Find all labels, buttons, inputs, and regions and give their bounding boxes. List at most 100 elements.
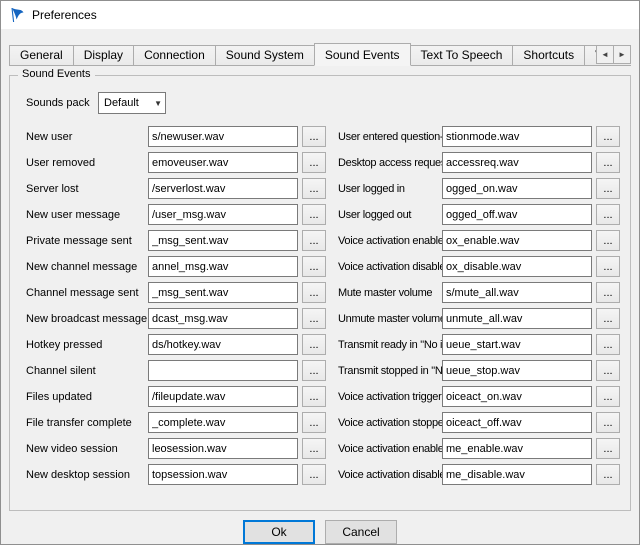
sound-file-input[interactable] bbox=[148, 386, 298, 407]
sound-event-row: Mute master volume... bbox=[338, 282, 620, 303]
sound-file-input[interactable] bbox=[148, 204, 298, 225]
browse-button[interactable]: ... bbox=[302, 126, 326, 147]
cancel-button[interactable]: Cancel bbox=[325, 520, 397, 544]
browse-button[interactable]: ... bbox=[596, 464, 620, 485]
sound-file-input[interactable] bbox=[148, 334, 298, 355]
sound-event-row: Transmit stopped in "No interruption" ch… bbox=[338, 360, 620, 381]
browse-button[interactable]: ... bbox=[302, 464, 326, 485]
sound-file-input[interactable] bbox=[442, 360, 592, 381]
sound-file-input[interactable] bbox=[442, 334, 592, 355]
browse-button[interactable]: ... bbox=[302, 152, 326, 173]
sound-event-label: Files updated bbox=[26, 391, 148, 403]
sound-event-row: File transfer complete... bbox=[26, 412, 326, 433]
sound-file-input[interactable] bbox=[148, 178, 298, 199]
sound-file-input[interactable] bbox=[148, 152, 298, 173]
sound-file-input[interactable] bbox=[148, 360, 298, 381]
browse-button[interactable]: ... bbox=[596, 152, 620, 173]
sound-event-label: Unmute master volume bbox=[338, 313, 442, 325]
browse-button[interactable]: ... bbox=[596, 386, 620, 407]
sounds-pack-row: Sounds pack Default ▼ bbox=[26, 92, 620, 114]
sound-event-row: New video session... bbox=[26, 438, 326, 459]
browse-button[interactable]: ... bbox=[302, 282, 326, 303]
browse-button[interactable]: ... bbox=[302, 412, 326, 433]
groupbox-title: Sound Events bbox=[18, 68, 95, 80]
sound-file-input[interactable] bbox=[148, 438, 298, 459]
sound-event-label: Channel message sent bbox=[26, 287, 148, 299]
sound-file-input[interactable] bbox=[148, 464, 298, 485]
browse-button[interactable]: ... bbox=[596, 126, 620, 147]
tab-sound-system[interactable]: Sound System bbox=[215, 45, 315, 66]
browse-button[interactable]: ... bbox=[596, 308, 620, 329]
browse-button[interactable]: ... bbox=[596, 334, 620, 355]
sound-event-row: Voice activation enabled... bbox=[338, 230, 620, 251]
browse-button[interactable]: ... bbox=[596, 230, 620, 251]
browse-button[interactable]: ... bbox=[302, 178, 326, 199]
sound-event-label: New broadcast message bbox=[26, 313, 148, 325]
sound-file-input[interactable] bbox=[148, 282, 298, 303]
tab-strip: GeneralDisplayConnectionSound SystemSoun… bbox=[9, 43, 631, 66]
browse-button[interactable]: ... bbox=[596, 360, 620, 381]
sound-file-input[interactable] bbox=[148, 308, 298, 329]
browse-button[interactable]: ... bbox=[302, 360, 326, 381]
sound-event-row: Server lost... bbox=[26, 178, 326, 199]
sound-event-label: Transmit ready in "No interruption" chan… bbox=[338, 339, 442, 351]
sound-event-label: Server lost bbox=[26, 183, 148, 195]
sound-event-label: Voice activation triggered bbox=[338, 391, 442, 403]
sound-file-input[interactable] bbox=[442, 438, 592, 459]
sound-file-input[interactable] bbox=[442, 464, 592, 485]
tab-connection[interactable]: Connection bbox=[133, 45, 216, 66]
sound-event-label: Voice activation stopped bbox=[338, 417, 442, 429]
browse-button[interactable]: ... bbox=[596, 178, 620, 199]
tab-sound-events[interactable]: Sound Events bbox=[314, 43, 411, 66]
sound-event-label: Voice activation enabled bbox=[338, 235, 442, 247]
sound-event-label: New video session bbox=[26, 443, 148, 455]
browse-button[interactable]: ... bbox=[302, 256, 326, 277]
browse-button[interactable]: ... bbox=[596, 412, 620, 433]
browse-button[interactable]: ... bbox=[596, 204, 620, 225]
browse-button[interactable]: ... bbox=[302, 438, 326, 459]
sound-file-input[interactable] bbox=[148, 256, 298, 277]
tab-scroll-right-button[interactable]: ► bbox=[613, 45, 631, 64]
sound-file-input[interactable] bbox=[442, 256, 592, 277]
sound-file-input[interactable] bbox=[442, 178, 592, 199]
browse-button[interactable]: ... bbox=[302, 308, 326, 329]
browse-button[interactable]: ... bbox=[302, 230, 326, 251]
sound-file-input[interactable] bbox=[148, 230, 298, 251]
sound-file-input[interactable] bbox=[442, 282, 592, 303]
sound-event-label: Channel silent bbox=[26, 365, 148, 377]
browse-button[interactable]: ... bbox=[596, 256, 620, 277]
sound-file-input[interactable] bbox=[442, 204, 592, 225]
sound-event-label: File transfer complete bbox=[26, 417, 148, 429]
sound-file-input[interactable] bbox=[442, 152, 592, 173]
sound-file-input[interactable] bbox=[148, 126, 298, 147]
sound-file-input[interactable] bbox=[148, 412, 298, 433]
tab-general[interactable]: General bbox=[9, 45, 74, 66]
sound-event-row: Files updated... bbox=[26, 386, 326, 407]
sound-event-label: User entered question-mode bbox=[338, 131, 442, 143]
sounds-pack-select[interactable]: Default ▼ bbox=[98, 92, 166, 114]
sound-file-input[interactable] bbox=[442, 412, 592, 433]
sounds-pack-label: Sounds pack bbox=[26, 97, 98, 109]
sound-file-input[interactable] bbox=[442, 308, 592, 329]
sound-event-row: New channel message... bbox=[26, 256, 326, 277]
tab-text-to-speech[interactable]: Text To Speech bbox=[410, 45, 514, 66]
browse-button[interactable]: ... bbox=[596, 438, 620, 459]
browse-button[interactable]: ... bbox=[596, 282, 620, 303]
ok-button[interactable]: Ok bbox=[243, 520, 315, 544]
sound-file-input[interactable] bbox=[442, 386, 592, 407]
browse-button[interactable]: ... bbox=[302, 334, 326, 355]
sound-event-row: New desktop session... bbox=[26, 464, 326, 485]
tab-shortcuts[interactable]: Shortcuts bbox=[512, 45, 585, 66]
sounds-pack-value: Default bbox=[104, 97, 139, 109]
tab-display[interactable]: Display bbox=[73, 45, 134, 66]
sound-event-row: New broadcast message... bbox=[26, 308, 326, 329]
browse-button[interactable]: ... bbox=[302, 204, 326, 225]
browse-button[interactable]: ... bbox=[302, 386, 326, 407]
sound-file-input[interactable] bbox=[442, 230, 592, 251]
tab-scroll-left-button[interactable]: ◄ bbox=[596, 45, 614, 64]
sound-event-row: User entered question-mode... bbox=[338, 126, 620, 147]
sound-event-row: Voice activation stopped... bbox=[338, 412, 620, 433]
sound-event-label: User logged out bbox=[338, 209, 442, 221]
sound-file-input[interactable] bbox=[442, 126, 592, 147]
sound-event-row: Channel message sent... bbox=[26, 282, 326, 303]
